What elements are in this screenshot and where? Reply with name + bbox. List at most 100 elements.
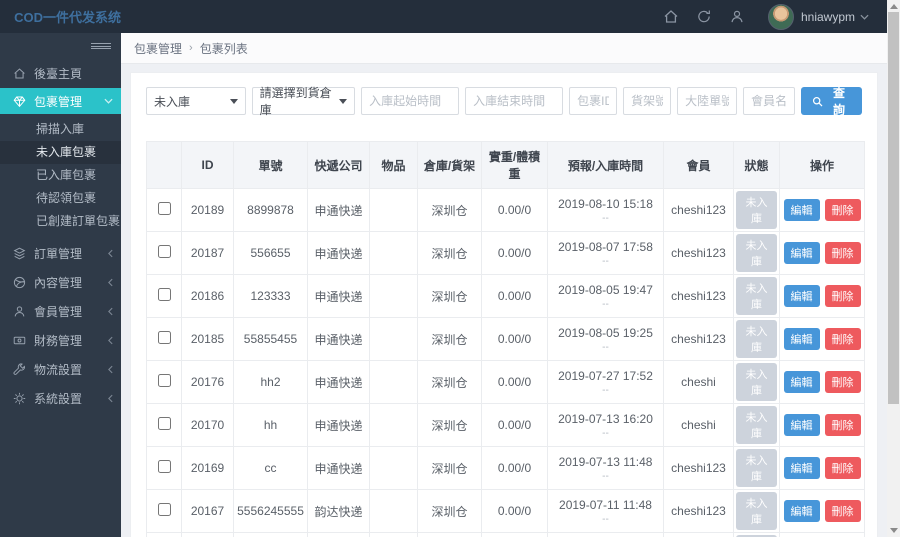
cell-actions: 編輯刪除 (779, 188, 865, 232)
sidebar-item-scan-inbound[interactable]: 掃描入庫 (0, 118, 121, 141)
sidebar-item-content[interactable]: 內容管理 (0, 268, 121, 297)
edit-button[interactable]: 編輯 (783, 414, 820, 436)
edit-button[interactable]: 編輯 (783, 199, 820, 221)
row-checkbox[interactable] (157, 374, 171, 387)
mainland-no-input[interactable] (677, 87, 738, 115)
row-checkbox-cell (146, 231, 182, 275)
start-time-input[interactable] (361, 87, 460, 115)
delete-button[interactable]: 刪除 (824, 457, 861, 479)
cell-weight: 0.00/0 (481, 274, 548, 318)
col-header-member: 會員 (663, 141, 734, 189)
sidebar-item-settings[interactable]: 系統設置 (0, 384, 121, 413)
cell-weight: 0.00/0 (481, 489, 548, 533)
cell-actions: 編輯刪除 (779, 360, 865, 404)
sidebar-item-orders[interactable]: 訂單管理 (0, 239, 121, 268)
row-checkbox[interactable] (157, 331, 171, 344)
cell-member: cheshi (663, 403, 734, 447)
edit-button[interactable]: 編輯 (783, 328, 820, 350)
sidebar-item-inbound[interactable]: 已入庫包裹 (0, 164, 121, 187)
cell-weight: 0.00/0 (481, 231, 548, 275)
row-checkbox[interactable] (157, 460, 171, 473)
cell-id: 20189 (181, 188, 234, 232)
scroll-up-icon[interactable] (890, 4, 898, 9)
breadcrumb-section[interactable]: 包裹管理 (134, 40, 182, 57)
cell-tracking: hh2 (233, 360, 308, 404)
row-checkbox-cell (146, 403, 182, 447)
edit-button[interactable]: 編輯 (783, 242, 820, 264)
status-select[interactable]: 未入庫 (146, 87, 246, 115)
cell-item (369, 489, 418, 533)
username: hniawypm (800, 9, 855, 24)
col-header-courier: 快遞公司 (307, 141, 370, 189)
edit-button[interactable]: 編輯 (783, 371, 820, 393)
row-checkbox[interactable] (157, 245, 171, 258)
delete-button[interactable]: 刪除 (824, 500, 861, 522)
refresh-icon[interactable] (688, 9, 721, 24)
vertical-scrollbar[interactable] (887, 0, 900, 537)
forecast-time: 2019-07-13 11:48 (558, 454, 653, 469)
row-checkbox[interactable] (157, 202, 171, 215)
warehouse-select[interactable]: 請選擇到貨倉庫 (251, 86, 356, 117)
search-button[interactable]: 查詢 (801, 86, 862, 117)
home-icon[interactable] (655, 9, 688, 24)
sidebar-item-finance[interactable]: 財務管理 (0, 326, 121, 355)
table-row: 20167 5556245555 韵达快递 深圳仓 0.00/0 2019-07-11 1… (146, 489, 865, 533)
cell-courier: 申通快递 (307, 532, 370, 537)
sidebar-item-unclaimed[interactable]: 待認領包裹 (0, 187, 121, 210)
avatar[interactable] (767, 3, 794, 30)
cell-courier: 韵达快递 (307, 489, 370, 533)
user-menu[interactable]: hniawypm (801, 10, 869, 24)
sidebar-item-logistics[interactable]: 物流設置 (0, 355, 121, 384)
package-id-input[interactable] (569, 87, 618, 115)
user-icon[interactable] (721, 9, 754, 24)
gear-icon (13, 392, 26, 405)
edit-button[interactable]: 編輯 (783, 500, 820, 522)
col-header-item: 物品 (369, 141, 418, 189)
delete-button[interactable]: 刪除 (824, 328, 861, 350)
scrollbar-thumb[interactable] (888, 12, 899, 404)
table-row: 20169 cc 申通快递 深圳仓 0.00/0 2019-07-13 11:48 -- ch… (146, 446, 865, 490)
row-checkbox-cell (146, 188, 182, 232)
app-title: COD一件代发系统 (14, 10, 121, 25)
cell-id: 20187 (181, 231, 234, 275)
col-header-actions: 操作 (779, 141, 865, 189)
cell-actions: 編輯刪除 (779, 532, 865, 537)
row-checkbox-cell (146, 317, 182, 361)
row-checkbox[interactable] (157, 503, 171, 516)
chevron-left-icon (108, 249, 113, 258)
delete-button[interactable]: 刪除 (824, 242, 861, 264)
cell-time: 2019-07-09 23:50-- (547, 532, 664, 537)
cell-actions: 編輯刪除 (779, 274, 865, 318)
main-area: 包裹管理 › 包裹列表 未入庫 請選擇到貨倉庫 查 (121, 33, 887, 537)
end-time-input[interactable] (465, 87, 564, 115)
status-badge: 未入庫 (736, 449, 777, 487)
delete-button[interactable]: 刪除 (824, 371, 861, 393)
delete-button[interactable]: 刪除 (824, 199, 861, 221)
sidebar-item-label: 系統設置 (34, 392, 83, 406)
cell-member: cheshi123 (663, 489, 734, 533)
delete-button[interactable]: 刪除 (824, 414, 861, 436)
sidebar-item-order-created[interactable]: 已創建訂單包裹 (0, 210, 121, 233)
member-input[interactable] (743, 87, 796, 115)
cell-courier: 申通快递 (307, 274, 370, 318)
chevron-left-icon (108, 307, 113, 316)
sidebar-item-not-inbound[interactable]: 未入庫包裹 (0, 141, 121, 164)
filter-bar: 未入庫 請選擇到貨倉庫 查詢 (146, 86, 862, 117)
cell-id: 20176 (181, 360, 234, 404)
cell-time: 2019-08-07 17:58 -- (547, 231, 664, 275)
sidebar-item-dashboard[interactable]: 後臺主頁 (0, 59, 121, 88)
scroll-down-icon[interactable] (890, 528, 898, 533)
sidebar-item-packages[interactable]: 包裹管理 (0, 88, 121, 114)
cell-courier: 申通快递 (307, 188, 370, 232)
edit-button[interactable]: 編輯 (783, 285, 820, 307)
sidebar-item-members[interactable]: 會員管理 (0, 297, 121, 326)
delete-button[interactable]: 刪除 (824, 285, 861, 307)
cell-tracking: cc (233, 446, 308, 490)
shelf-input[interactable] (623, 87, 672, 115)
sidebar-toggle-icon[interactable] (0, 33, 121, 59)
row-checkbox[interactable] (157, 417, 171, 430)
row-checkbox[interactable] (157, 288, 171, 301)
cell-weight: 0.00/0 (481, 317, 548, 361)
edit-button[interactable]: 編輯 (783, 457, 820, 479)
search-icon (813, 96, 823, 106)
